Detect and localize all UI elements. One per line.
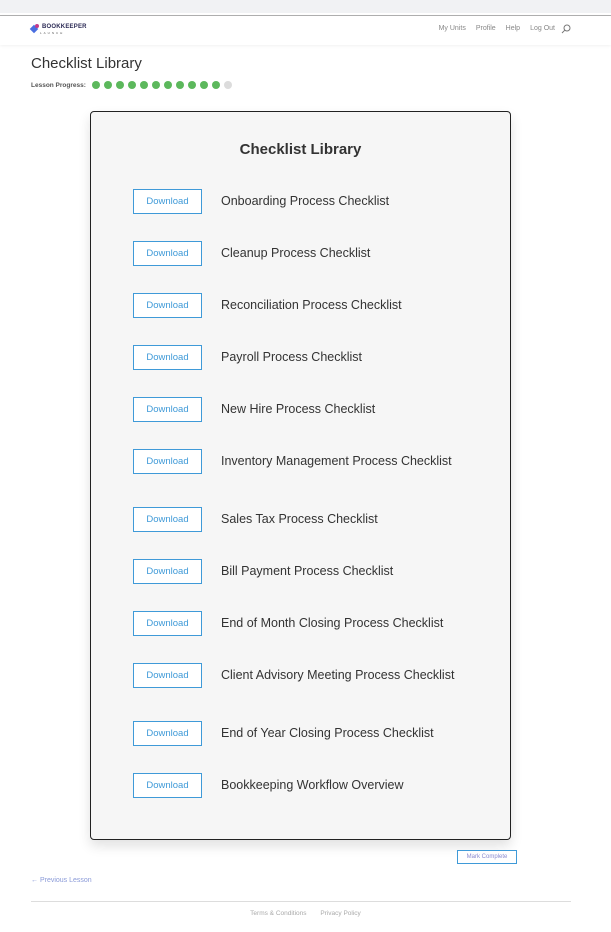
checklist-item: Download Client Advisory Meeting Process … [133, 663, 473, 688]
download-button[interactable]: Download [133, 663, 202, 688]
checklist-title: Payroll Process Checklist [221, 350, 363, 365]
main-nav: My Units Profile Help Log Out [439, 25, 555, 32]
terms-link[interactable]: Terms & Conditions [250, 910, 306, 917]
progress-dot-complete[interactable] [211, 81, 220, 89]
checklist-item: Download Bill Payment Process Checklist [133, 559, 473, 584]
progress-dot-incomplete[interactable] [223, 81, 232, 89]
checklist-item: Download Reconciliation Process Checklist [133, 293, 473, 318]
download-button[interactable]: Download [133, 559, 202, 584]
logo-subtext: LAUNCH [40, 31, 65, 35]
checklist-title: Sales Tax Process Checklist [221, 512, 378, 527]
progress-dot-complete[interactable] [163, 81, 172, 89]
checklist-title: End of Month Closing Process Checklist [221, 616, 444, 631]
checklist-item: Download End of Month Closing Process Che… [133, 611, 473, 636]
previous-lesson-link[interactable]: ← Previous Lesson [31, 877, 92, 884]
progress-dot-complete[interactable] [187, 81, 196, 89]
progress-dot-complete[interactable] [115, 81, 124, 89]
download-button[interactable]: Download [133, 397, 202, 422]
checklist-title: Inventory Management Process Checklist [221, 454, 452, 469]
checklist-title: Bill Payment Process Checklist [221, 564, 394, 579]
footer-divider [31, 901, 571, 902]
checklist-item: Download Bookkeeping Workflow Overview [133, 773, 473, 798]
progress-dot-complete[interactable] [139, 81, 148, 89]
checklist-title: Onboarding Process Checklist [221, 194, 390, 209]
download-button[interactable]: Download [133, 189, 202, 214]
download-button[interactable]: Download [133, 293, 202, 318]
logo-text: BOOKKEEPER [42, 24, 87, 30]
footer-links: Terms & Conditions Privacy Policy [0, 910, 611, 917]
progress-dot-complete[interactable] [175, 81, 184, 89]
logo[interactable]: BOOKKEEPER LAUNCH [31, 24, 87, 35]
checklist-item: Download Inventory Management Process Che… [133, 449, 473, 474]
checklist-item: Download New Hire Process Checklist [133, 397, 473, 422]
checklist-item: Download Cleanup Process Checklist [133, 241, 473, 266]
download-button[interactable]: Download [133, 773, 202, 798]
nav-profile[interactable]: Profile [476, 25, 496, 32]
download-button[interactable]: Download [133, 241, 202, 266]
checklist-card: Checklist Library Download Onboarding Pro… [90, 111, 511, 840]
checklist-title: Reconciliation Process Checklist [221, 298, 402, 313]
checklist-item: Download End of Year Closing Process Chec… [133, 721, 473, 746]
mark-complete-button[interactable]: Mark Complete [457, 850, 517, 864]
download-button[interactable]: Download [133, 507, 202, 532]
progress-dot-complete[interactable] [151, 81, 160, 89]
card-title: Checklist Library [239, 141, 362, 158]
checklist-title: New Hire Process Checklist [221, 402, 376, 417]
browser-top-strip [0, 0, 611, 13]
checklist-title: Client Advisory Meeting Process Checklis… [221, 668, 455, 683]
download-button[interactable]: Download [133, 611, 202, 636]
download-button[interactable]: Download [133, 449, 202, 474]
search-icon[interactable] [561, 24, 571, 34]
nav-my-units[interactable]: My Units [439, 25, 466, 32]
checklist-title: Bookkeeping Workflow Overview [221, 778, 404, 793]
checklist-item: Download Onboarding Process Checklist [133, 189, 473, 214]
privacy-link[interactable]: Privacy Policy [320, 910, 360, 917]
download-button[interactable]: Download [133, 721, 202, 746]
nav-log-out[interactable]: Log Out [530, 25, 555, 32]
progress-dot-complete[interactable] [91, 81, 100, 89]
checklist-item: Download Sales Tax Process Checklist [133, 507, 473, 532]
download-button[interactable]: Download [133, 345, 202, 370]
progress-dot-complete[interactable] [127, 81, 136, 89]
logo-icon [31, 24, 40, 33]
checklist-title: Cleanup Process Checklist [221, 246, 371, 261]
site-header: BOOKKEEPER LAUNCH My Units Profile Help … [0, 16, 611, 45]
progress-dot-complete[interactable] [103, 81, 112, 89]
nav-help[interactable]: Help [506, 25, 520, 32]
checklist-title: End of Year Closing Process Checklist [221, 726, 434, 741]
page-title: Checklist Library [31, 55, 142, 72]
checklist-item: Download Payroll Process Checklist [133, 345, 473, 370]
progress-dot-complete[interactable] [199, 81, 208, 89]
progress-label: Lesson Progress: [31, 81, 86, 89]
lesson-progress: Lesson Progress: [31, 81, 232, 89]
progress-dots [91, 81, 232, 89]
